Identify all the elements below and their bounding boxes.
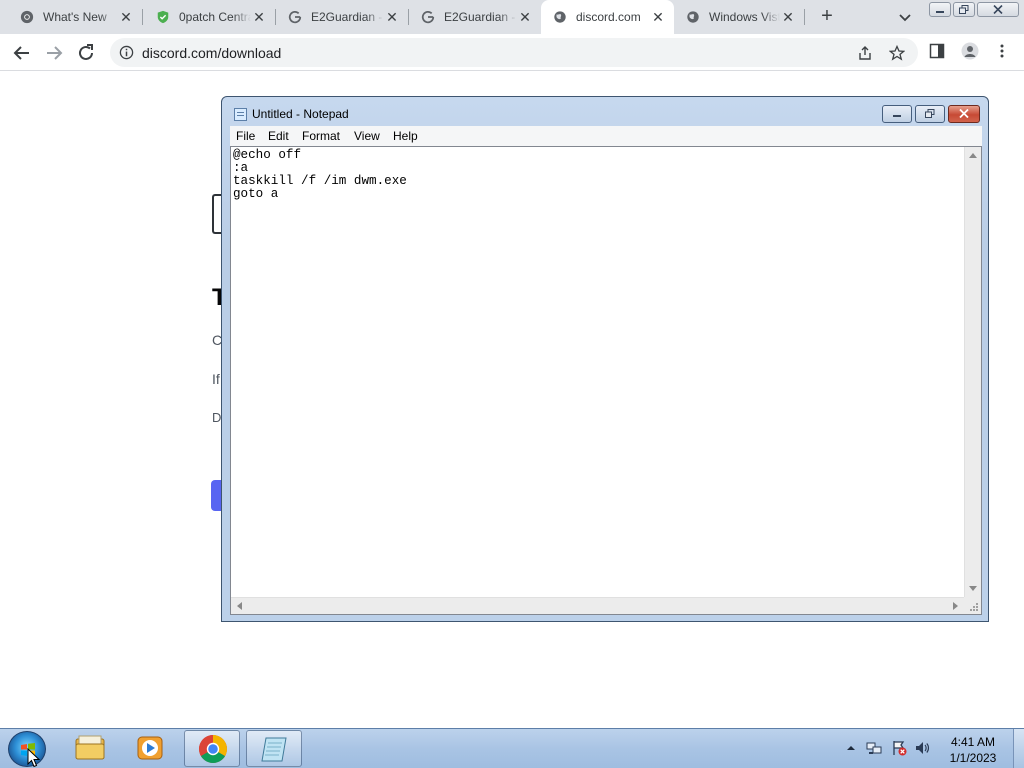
taskbar-chrome[interactable] bbox=[184, 730, 240, 767]
back-icon[interactable] bbox=[10, 41, 34, 65]
text-editor[interactable]: @echo off :a taskkill /f /im dwm.exe got… bbox=[230, 146, 982, 615]
media-player-icon bbox=[137, 736, 163, 760]
notepad-close-button[interactable] bbox=[948, 105, 980, 123]
tab-close-icon[interactable]: ✕ bbox=[118, 9, 134, 25]
tab-close-icon[interactable]: ✕ bbox=[517, 9, 533, 25]
tab-title: What's New bbox=[43, 10, 107, 24]
address-url: discord.com/download bbox=[142, 45, 282, 61]
taskbar: 4:41 AM 1/1/2023 bbox=[0, 728, 1024, 768]
close-window-button[interactable] bbox=[977, 2, 1019, 17]
tab-separator bbox=[804, 9, 805, 25]
system-clock[interactable]: 4:41 AM 1/1/2023 bbox=[940, 734, 1006, 766]
tab-whats-new[interactable]: What's New ✕ bbox=[0, 0, 142, 34]
notepad-maximize-button[interactable] bbox=[915, 105, 945, 123]
tab-title: 0patch Central bbox=[179, 10, 251, 24]
size-grip[interactable] bbox=[964, 597, 981, 614]
google-icon bbox=[288, 10, 302, 24]
scroll-down-icon[interactable] bbox=[969, 586, 977, 591]
close-icon bbox=[993, 5, 1003, 14]
taskbar-notepad[interactable] bbox=[246, 730, 302, 767]
vertical-scrollbar[interactable] bbox=[964, 147, 981, 597]
tab-close-icon[interactable]: ✕ bbox=[780, 9, 796, 25]
network-icon[interactable] bbox=[866, 740, 882, 756]
chrome-icon bbox=[20, 10, 34, 24]
clock-date: 1/1/2023 bbox=[949, 751, 997, 765]
google-icon bbox=[421, 10, 435, 24]
scroll-up-icon[interactable] bbox=[969, 153, 977, 158]
tab-discord[interactable]: discord.com ✕ bbox=[541, 0, 674, 34]
forward-icon[interactable] bbox=[42, 41, 66, 65]
mouse-cursor-icon bbox=[27, 748, 41, 768]
minimize-icon bbox=[936, 11, 944, 13]
horizontal-scrollbar[interactable] bbox=[231, 597, 964, 614]
menu-bar: File Edit Format View Help bbox=[230, 126, 982, 146]
tab-e2guardian-2[interactable]: E2Guardian - Access Denied ✕ bbox=[408, 0, 541, 34]
new-tab-button[interactable]: + bbox=[816, 6, 838, 28]
tab-title: discord.com bbox=[576, 10, 641, 24]
page-text-line: D bbox=[212, 410, 222, 425]
menu-file[interactable]: File bbox=[236, 129, 255, 143]
tab-close-icon[interactable]: ✕ bbox=[650, 9, 666, 25]
tab-title: Windows Vista bbox=[709, 10, 780, 24]
volume-icon[interactable] bbox=[914, 740, 930, 756]
windows-explorer-icon bbox=[75, 735, 105, 760]
globe-icon bbox=[554, 11, 566, 23]
notepad-icon bbox=[261, 737, 287, 762]
close-icon bbox=[959, 109, 969, 118]
notepad-minimize-button[interactable] bbox=[882, 105, 912, 123]
address-bar[interactable]: discord.com/download bbox=[110, 38, 918, 67]
clock-time: 4:41 AM bbox=[950, 735, 996, 749]
tab-0patch[interactable]: 0patch Central ✕ bbox=[142, 0, 275, 34]
tab-e2guardian-1[interactable]: E2Guardian - Access Denied ✕ bbox=[275, 0, 408, 34]
size-grip-icon bbox=[970, 603, 978, 611]
minimize-window-button[interactable] bbox=[929, 2, 951, 17]
share-icon[interactable] bbox=[857, 45, 873, 61]
tab-title: E2Guardian - Access Denied bbox=[444, 10, 517, 24]
show-hidden-icons[interactable] bbox=[843, 740, 859, 756]
scroll-left-icon[interactable] bbox=[237, 602, 242, 610]
notepad-app-icon bbox=[234, 108, 247, 121]
taskbar-explorer[interactable] bbox=[62, 730, 118, 767]
menu-edit[interactable]: Edit bbox=[268, 129, 289, 143]
browser-toolbar: discord.com/download bbox=[0, 34, 1024, 71]
tab-strip: What's New ✕ 0patch Central ✕ E2Guardian… bbox=[0, 0, 1024, 34]
menu-view[interactable]: View bbox=[354, 129, 380, 143]
chevron-down-icon[interactable] bbox=[896, 8, 914, 26]
restore-icon bbox=[959, 5, 969, 14]
side-panel-icon[interactable] bbox=[929, 43, 945, 59]
info-icon[interactable] bbox=[119, 45, 134, 60]
globe-icon bbox=[687, 11, 699, 23]
reload-icon[interactable] bbox=[74, 41, 98, 65]
menu-help[interactable]: Help bbox=[393, 129, 418, 143]
restore-window-button[interactable] bbox=[953, 2, 975, 17]
tab-close-icon[interactable]: ✕ bbox=[251, 9, 267, 25]
shield-check-icon bbox=[157, 10, 169, 24]
profile-avatar-icon[interactable] bbox=[961, 42, 979, 60]
notepad-window: Untitled - Notepad File Edit Format View… bbox=[221, 96, 989, 622]
action-center-icon[interactable] bbox=[891, 740, 907, 756]
menu-format[interactable]: Format bbox=[302, 129, 340, 143]
editor-content: @echo off :a taskkill /f /im dwm.exe got… bbox=[233, 148, 407, 201]
minimize-icon bbox=[893, 115, 901, 117]
tab-windows-vista[interactable]: Windows Vista ✕ bbox=[674, 0, 804, 34]
bookmark-star-icon[interactable] bbox=[889, 45, 905, 61]
more-menu-icon[interactable] bbox=[994, 43, 1010, 59]
window-title: Untitled - Notepad bbox=[252, 107, 349, 121]
taskbar-media-player[interactable] bbox=[122, 730, 178, 767]
tab-title: E2Guardian - Access Denied bbox=[311, 10, 384, 24]
chrome-icon bbox=[199, 735, 227, 763]
maximize-icon bbox=[925, 109, 935, 118]
scroll-right-icon[interactable] bbox=[953, 602, 958, 610]
tab-close-icon[interactable]: ✕ bbox=[384, 9, 400, 25]
page-text-line: If bbox=[212, 371, 220, 387]
show-desktop-button[interactable] bbox=[1013, 729, 1024, 768]
